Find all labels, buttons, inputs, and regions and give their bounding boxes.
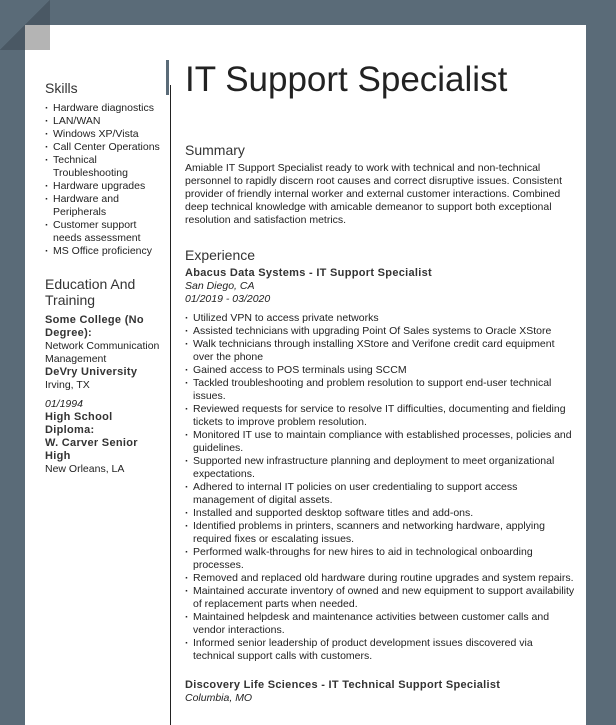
skill-item: Windows XP/Vista xyxy=(45,128,165,141)
skill-item: LAN/WAN xyxy=(45,115,165,128)
education-degree: Some College (No Degree): xyxy=(45,314,144,339)
education-entry: 01/1994 High School Diploma: W. Carver S… xyxy=(45,398,165,476)
corner-decoration-light xyxy=(25,25,50,50)
experience-section: Experience Abacus Data Systems - IT Supp… xyxy=(185,247,575,705)
education-location: Irving, TX xyxy=(45,379,90,391)
skill-item: Technical Troubleshooting xyxy=(45,154,165,180)
summary-heading: Summary xyxy=(185,142,245,158)
job-bullet: Informed senior leadership of product de… xyxy=(185,637,575,663)
job-bullet: Reviewed requests for service to resolve… xyxy=(185,403,575,429)
skills-heading: Skills xyxy=(45,80,78,96)
job-bullet: Gained access to POS terminals using SCC… xyxy=(185,364,575,377)
education-field: Network Communication Management xyxy=(45,340,160,365)
resume-page: Skills Hardware diagnostics LAN/WAN Wind… xyxy=(25,25,586,725)
job-location: Columbia, MO xyxy=(185,692,253,704)
education-degree: High School Diploma: xyxy=(45,411,113,436)
skill-item: Call Center Operations xyxy=(45,141,165,154)
education-date: 01/1994 xyxy=(45,398,83,410)
job-bullet: Installed and supported desktop software… xyxy=(185,507,575,520)
sidebar: Skills Hardware diagnostics LAN/WAN Wind… xyxy=(45,80,165,476)
column-divider xyxy=(170,85,171,725)
job-bullet: Identified problems in printers, scanner… xyxy=(185,520,575,546)
job-entry: Abacus Data Systems - IT Support Special… xyxy=(185,267,575,663)
resume-title: IT Support Specialist xyxy=(185,60,508,99)
job-bullet: Tackled troubleshooting and problem reso… xyxy=(185,377,575,403)
education-heading: Education And Training xyxy=(45,276,136,308)
main-content: IT Support Specialist Summary Amiable IT… xyxy=(185,60,575,705)
job-title: Discovery Life Sciences - IT Technical S… xyxy=(185,679,501,691)
skill-item: Hardware diagnostics xyxy=(45,102,165,115)
job-bullet: Maintained accurate inventory of owned a… xyxy=(185,585,575,611)
skill-item: Customer support needs assessment xyxy=(45,219,165,245)
education-location: New Orleans, LA xyxy=(45,463,125,475)
job-location: San Diego, CA xyxy=(185,280,255,292)
job-bullet: Walk technicians through installing XSto… xyxy=(185,338,575,364)
job-bullet: Maintained helpdesk and maintenance acti… xyxy=(185,611,575,637)
job-bullet: Supported new infrastructure planning an… xyxy=(185,455,575,481)
title-accent-bar xyxy=(166,60,169,95)
skill-item: Hardware and Peripherals xyxy=(45,193,165,219)
skills-list: Hardware diagnostics LAN/WAN Windows XP/… xyxy=(45,102,165,258)
education-school: DeVry University xyxy=(45,366,138,378)
job-bullets: Utilized VPN to access private networks … xyxy=(185,312,575,663)
job-bullet: Adhered to internal IT policies on user … xyxy=(185,481,575,507)
job-bullet: Utilized VPN to access private networks xyxy=(185,312,575,325)
job-dates: 01/2019 - 03/2020 xyxy=(185,293,271,305)
skill-item: MS Office proficiency xyxy=(45,245,165,258)
summary-section: Summary Amiable IT Support Specialist re… xyxy=(185,142,575,227)
skill-item: Hardware upgrades xyxy=(45,180,165,193)
job-bullet: Monitored IT use to maintain compliance … xyxy=(185,429,575,455)
job-entry: Discovery Life Sciences - IT Technical S… xyxy=(185,679,575,705)
summary-text: Amiable IT Support Specialist ready to w… xyxy=(185,162,563,226)
job-title: Abacus Data Systems - IT Support Special… xyxy=(185,267,433,279)
job-bullet: Removed and replaced old hardware during… xyxy=(185,572,575,585)
education-entry: Some College (No Degree): Network Commun… xyxy=(45,314,165,392)
job-bullet: Performed walk-throughs for new hires to… xyxy=(185,546,575,572)
experience-heading: Experience xyxy=(185,247,256,263)
job-bullet: Assisted technicians with upgrading Poin… xyxy=(185,325,575,338)
education-school: W. Carver Senior High xyxy=(45,437,138,462)
